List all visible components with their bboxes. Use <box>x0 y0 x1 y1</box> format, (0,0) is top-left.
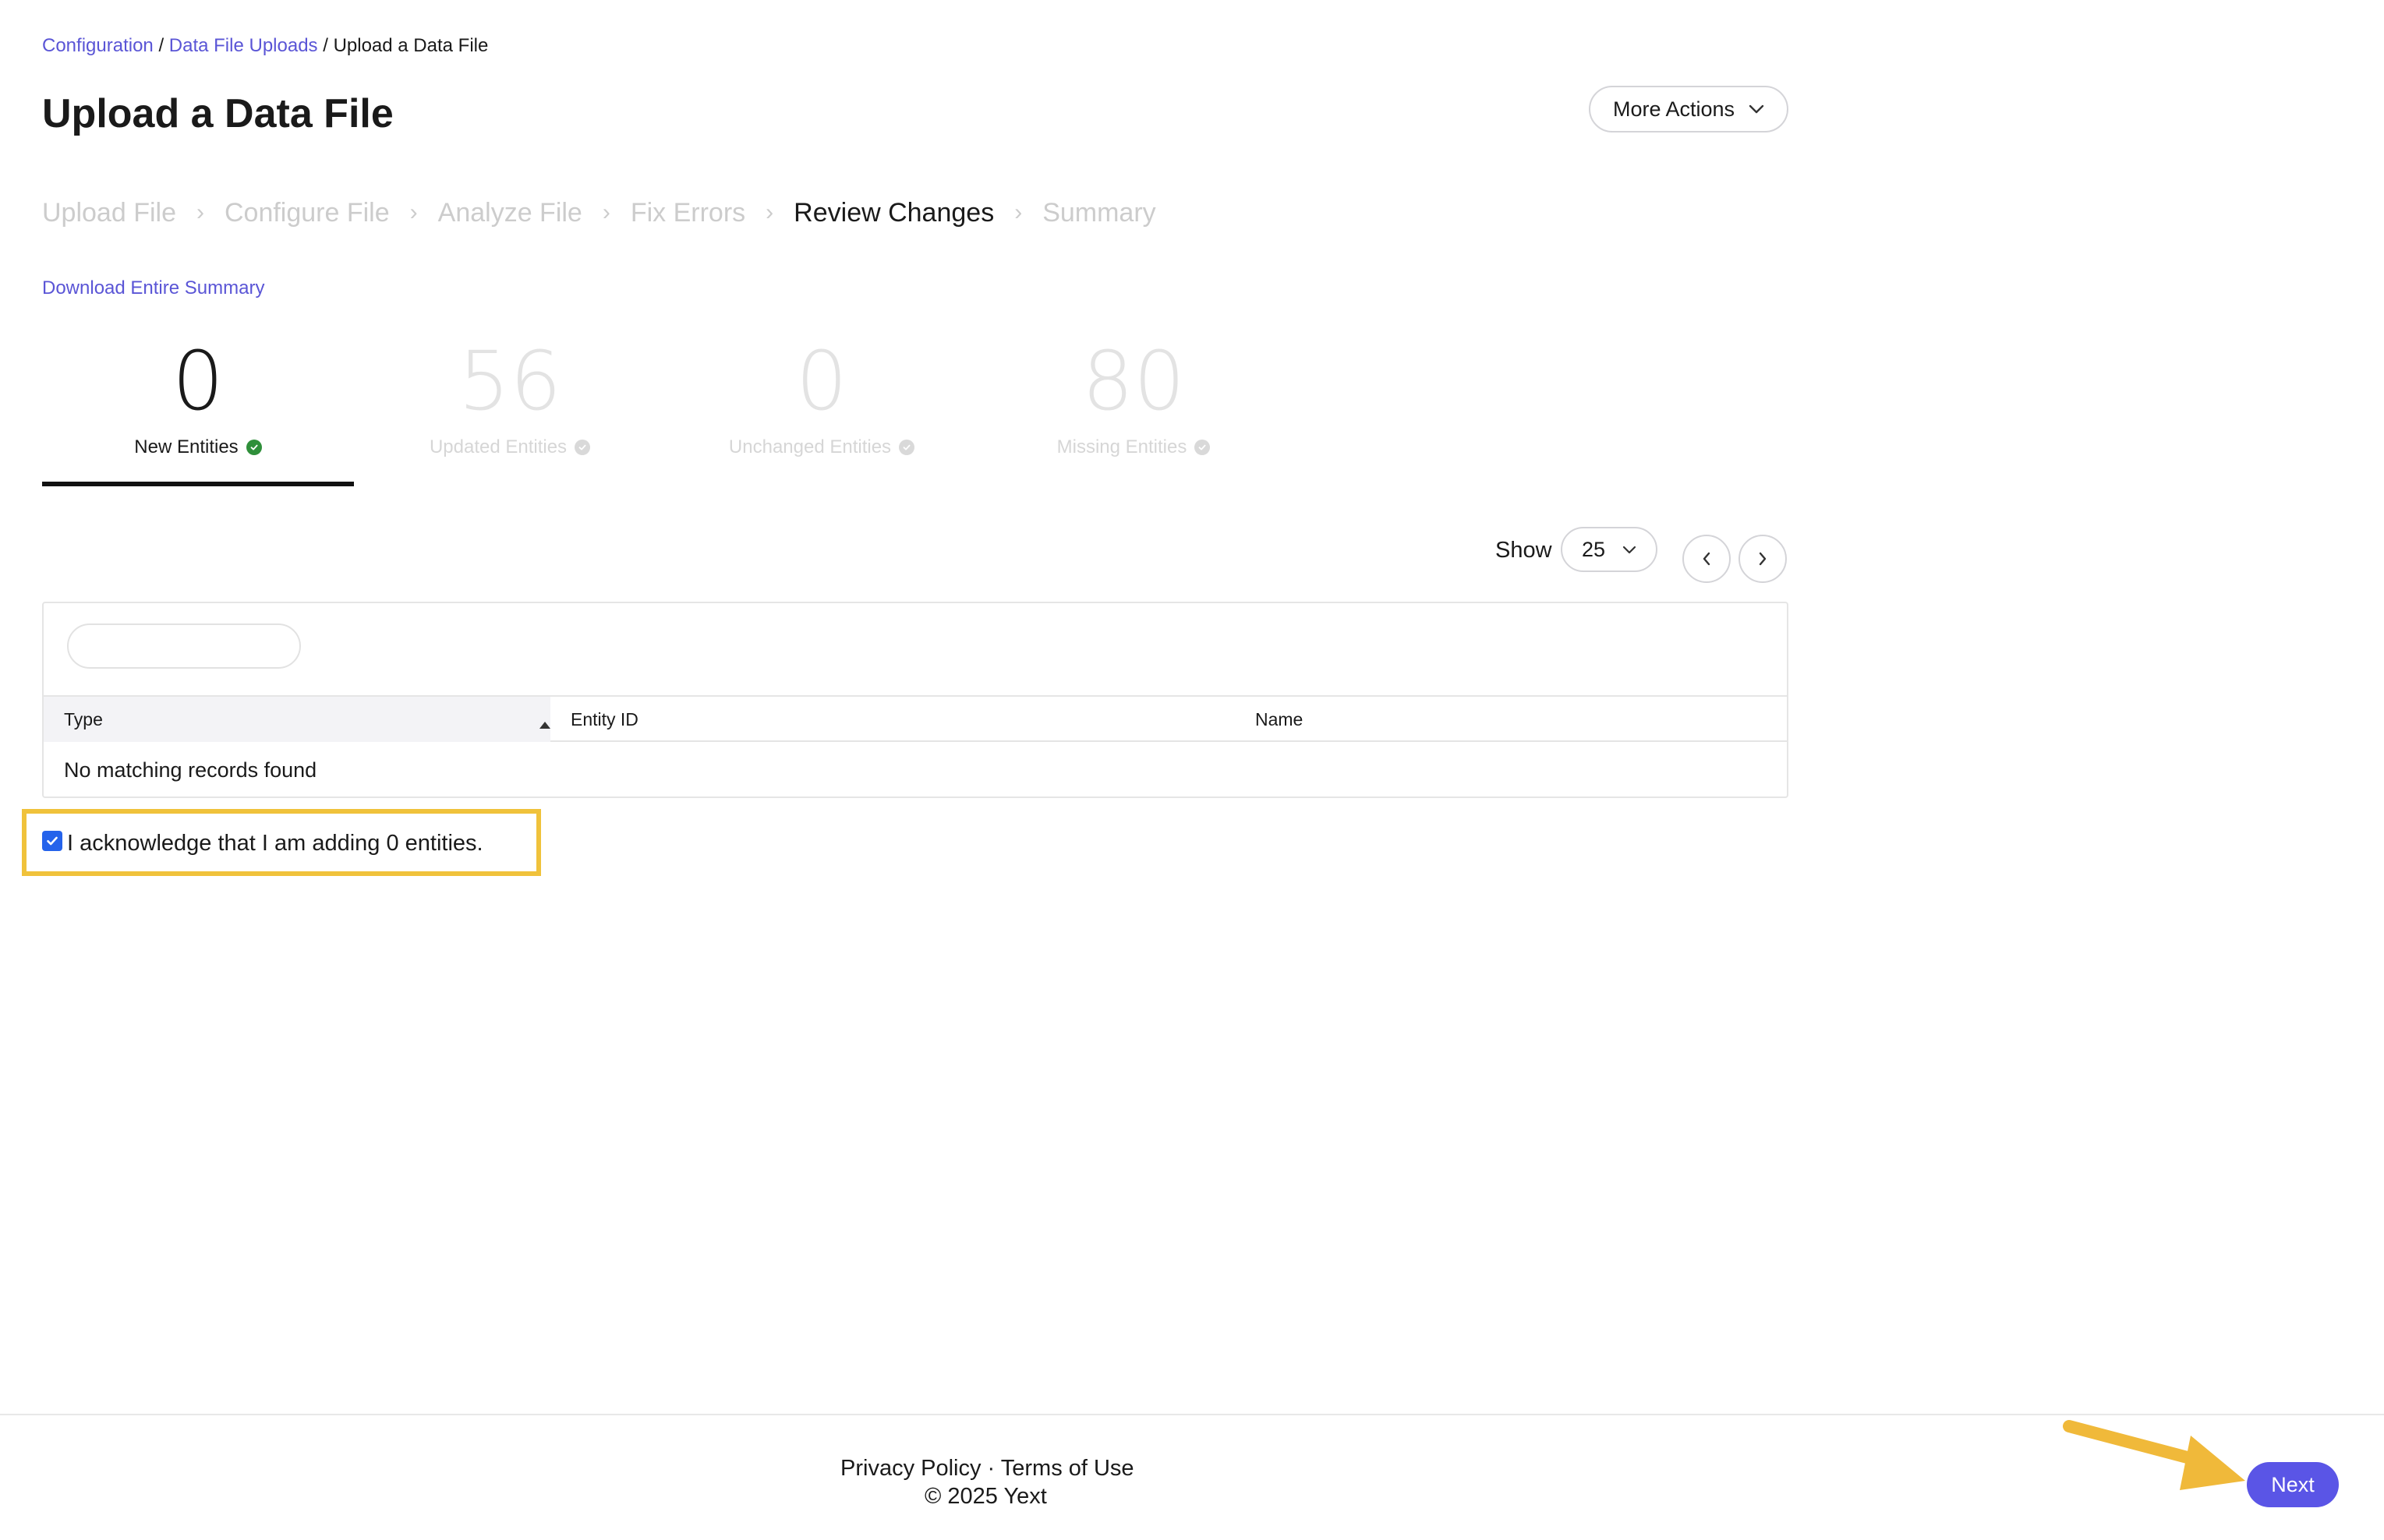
empty-table-message: No matching records found <box>64 758 317 782</box>
unchanged-entities-count: 0 <box>795 334 848 429</box>
step-review-changes: Review Changes <box>794 197 995 228</box>
step-separator: › <box>602 200 610 225</box>
show-label: Show <box>1495 538 1552 563</box>
breadcrumb-current: Upload a Data File <box>333 35 489 56</box>
page-size-select[interactable]: 25 <box>1561 527 1657 572</box>
breadcrumb-separator: / <box>158 35 164 56</box>
privacy-policy-link[interactable]: Privacy Policy <box>840 1456 982 1481</box>
updated-entities-label-row: Updated Entities <box>354 436 666 458</box>
table-header: Type Entity ID Name <box>44 695 1787 742</box>
tab-unchanged-entities[interactable]: 0 Unchanged Entities <box>666 335 978 486</box>
step-fix-errors: Fix Errors <box>630 197 746 228</box>
step-separator: › <box>1014 200 1023 225</box>
footer-separator: · <box>981 1456 1001 1481</box>
previous-page-button[interactable] <box>1682 535 1731 583</box>
unchanged-entities-label-row: Unchanged Entities <box>666 436 978 458</box>
table-search-input[interactable] <box>67 623 301 669</box>
column-header-type[interactable]: Type <box>44 697 550 742</box>
upload-data-file-page: Configuration / Data File Uploads / Uplo… <box>0 0 2384 1540</box>
breadcrumb-data-file-uploads-link[interactable]: Data File Uploads <box>169 35 318 56</box>
missing-entities-count: 80 <box>1081 334 1186 429</box>
next-page-button[interactable] <box>1738 535 1787 583</box>
step-separator: › <box>409 200 418 225</box>
check-circle-icon <box>1194 440 1211 455</box>
column-header-type-label: Type <box>64 709 103 729</box>
more-actions-button[interactable]: More Actions <box>1589 86 1788 132</box>
chevron-right-icon <box>1759 552 1767 566</box>
wizard-steps: Upload File › Configure File › Analyze F… <box>42 193 1156 232</box>
unchanged-entities-label: Unchanged Entities <box>728 436 892 457</box>
tab-updated-entities[interactable]: 56 Updated Entities <box>354 335 666 486</box>
step-upload-file: Upload File <box>42 197 176 228</box>
column-header-name[interactable]: Name <box>1255 697 1303 742</box>
acknowledge-checkbox[interactable] <box>42 831 62 851</box>
next-button[interactable]: Next <box>2247 1462 2339 1507</box>
footer-links: Privacy Policy · Terms of Use <box>840 1454 1134 1482</box>
check-circle-icon <box>246 440 262 455</box>
breadcrumb-configuration-link[interactable]: Configuration <box>42 35 154 56</box>
page-size-value: 25 <box>1581 537 1606 561</box>
step-separator: › <box>196 200 204 225</box>
step-analyze-file: Analyze File <box>437 197 582 228</box>
footer-divider <box>0 1414 2384 1415</box>
new-entities-label: New Entities <box>134 436 239 457</box>
chevron-down-icon <box>1622 546 1636 553</box>
tab-new-entities[interactable]: 0 New Entities <box>42 335 354 486</box>
updated-entities-count: 56 <box>458 334 562 429</box>
breadcrumb-separator: / <box>323 35 328 56</box>
check-circle-icon <box>575 440 591 455</box>
download-entire-summary-link[interactable]: Download Entire Summary <box>42 277 264 299</box>
new-entities-count: 0 <box>172 334 225 429</box>
checkmark-icon <box>47 836 58 846</box>
terms-of-use-link[interactable]: Terms of Use <box>1001 1456 1134 1481</box>
step-summary: Summary <box>1042 197 1156 228</box>
missing-entities-label-row: Missing Entities <box>978 436 1289 458</box>
column-header-entity-id[interactable]: Entity ID <box>571 697 638 742</box>
active-tab-underline <box>42 482 354 486</box>
chevron-left-icon <box>1703 552 1710 566</box>
missing-entities-label: Missing Entities <box>1056 436 1187 457</box>
check-circle-icon <box>899 440 915 455</box>
annotation-arrow-icon <box>2063 1420 2245 1490</box>
copyright-text: © 2025 Yext <box>925 1484 1047 1509</box>
page-title: Upload a Data File <box>42 91 394 136</box>
entities-table: Type Entity ID Name No matching records … <box>42 602 1788 798</box>
tab-missing-entities[interactable]: 80 Missing Entities <box>978 335 1289 486</box>
step-configure-file: Configure File <box>224 197 390 228</box>
breadcrumb: Configuration / Data File Uploads / Uplo… <box>42 33 488 59</box>
sort-ascending-icon <box>539 722 550 729</box>
more-actions-label: More Actions <box>1612 97 1735 121</box>
step-separator: › <box>766 200 774 225</box>
new-entities-label-row: New Entities <box>42 436 354 458</box>
acknowledge-label: I acknowledge that I am adding 0 entitie… <box>67 831 483 856</box>
entity-stats-tabs: 0 New Entities 56 Updated Entities 0 Unc… <box>42 335 1289 491</box>
updated-entities-label: Updated Entities <box>429 436 568 457</box>
chevron-down-icon <box>1749 104 1764 114</box>
